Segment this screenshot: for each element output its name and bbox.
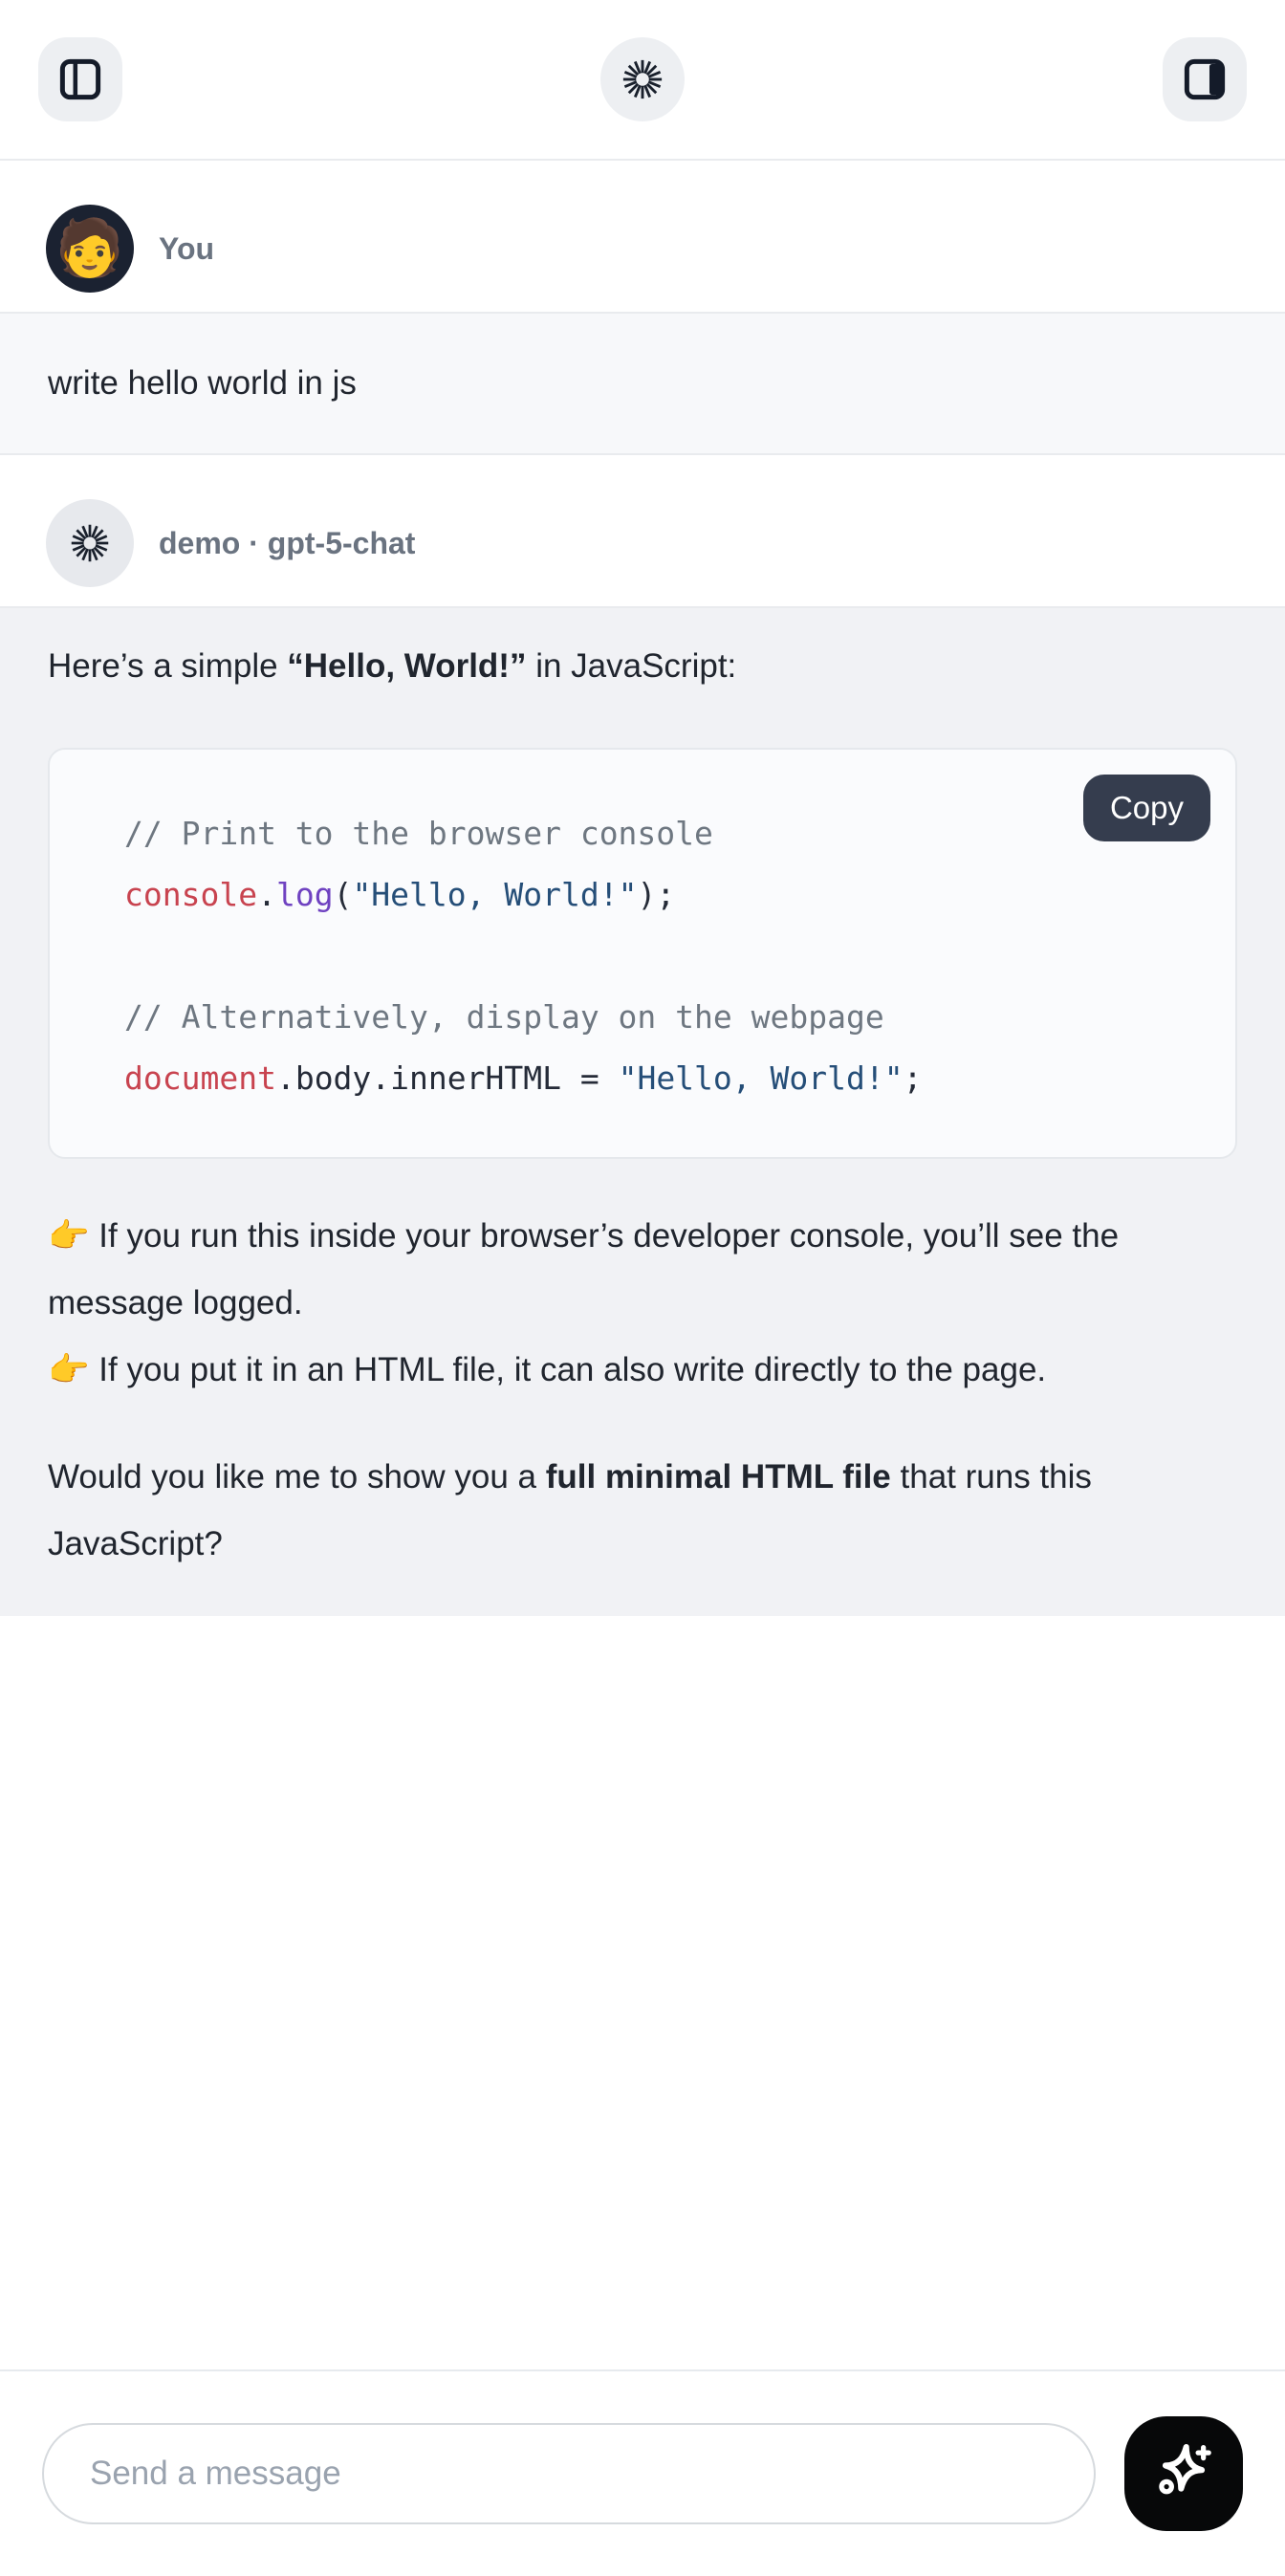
panel-right-icon [1180, 55, 1230, 104]
sidebar-toggle-button[interactable] [38, 37, 122, 121]
app-logo-button[interactable] [600, 37, 685, 121]
content-spacer [0, 1616, 1285, 2369]
assistant-paragraphs: 👉 If you run this inside your browser’s … [48, 1203, 1237, 1578]
user-name: You [159, 231, 214, 267]
right-panel-toggle-button[interactable] [1163, 37, 1247, 121]
code-line [124, 926, 1197, 987]
assistant-paragraph: 👉 If you run this inside your browser’s … [48, 1203, 1237, 1337]
code-line: console.log("Hello, World!"); [124, 864, 1197, 926]
top-bar [0, 0, 1285, 161]
assistant-turn-header: demo · gpt-5-chat [0, 499, 1285, 587]
panel-left-icon [55, 55, 105, 104]
assistant-intro: Here’s a simple “Hello, World!” in JavaS… [48, 633, 1237, 700]
copy-code-button[interactable]: Copy [1083, 775, 1210, 841]
code-line: // Alternatively, display on the webpage [124, 987, 1197, 1048]
send-button[interactable] [1124, 2416, 1243, 2531]
user-message-text: write hello world in js [48, 350, 1237, 417]
send-message-input[interactable] [42, 2423, 1096, 2524]
user-turn-header: 🧑 You [0, 205, 1285, 293]
assistant-avatar [46, 499, 134, 587]
code-lines: // Print to the browser consoleconsole.l… [124, 803, 1197, 1109]
code-line: document.body.innerHTML = "Hello, World!… [124, 1048, 1197, 1109]
assistant-paragraph: 👉 If you put it in an HTML file, it can … [48, 1337, 1237, 1404]
user-avatar-emoji: 🧑 [55, 221, 124, 276]
user-message: write hello world in js [0, 312, 1285, 455]
assistant-model-name: demo · gpt-5-chat [159, 526, 415, 561]
starburst-icon [69, 522, 111, 564]
composer-bar [0, 2369, 1285, 2576]
user-avatar: 🧑 [46, 205, 134, 293]
chat-app: 🧑 You write hello world in js [0, 0, 1285, 2576]
assistant-paragraph: Would you like me to show you a full min… [48, 1444, 1237, 1578]
sparkle-icon [1148, 2438, 1219, 2509]
starburst-icon [621, 57, 664, 101]
code-block: Copy // Print to the browser consolecons… [48, 748, 1237, 1159]
assistant-message: Here’s a simple “Hello, World!” in JavaS… [0, 606, 1285, 1616]
code-line: // Print to the browser console [124, 803, 1197, 864]
